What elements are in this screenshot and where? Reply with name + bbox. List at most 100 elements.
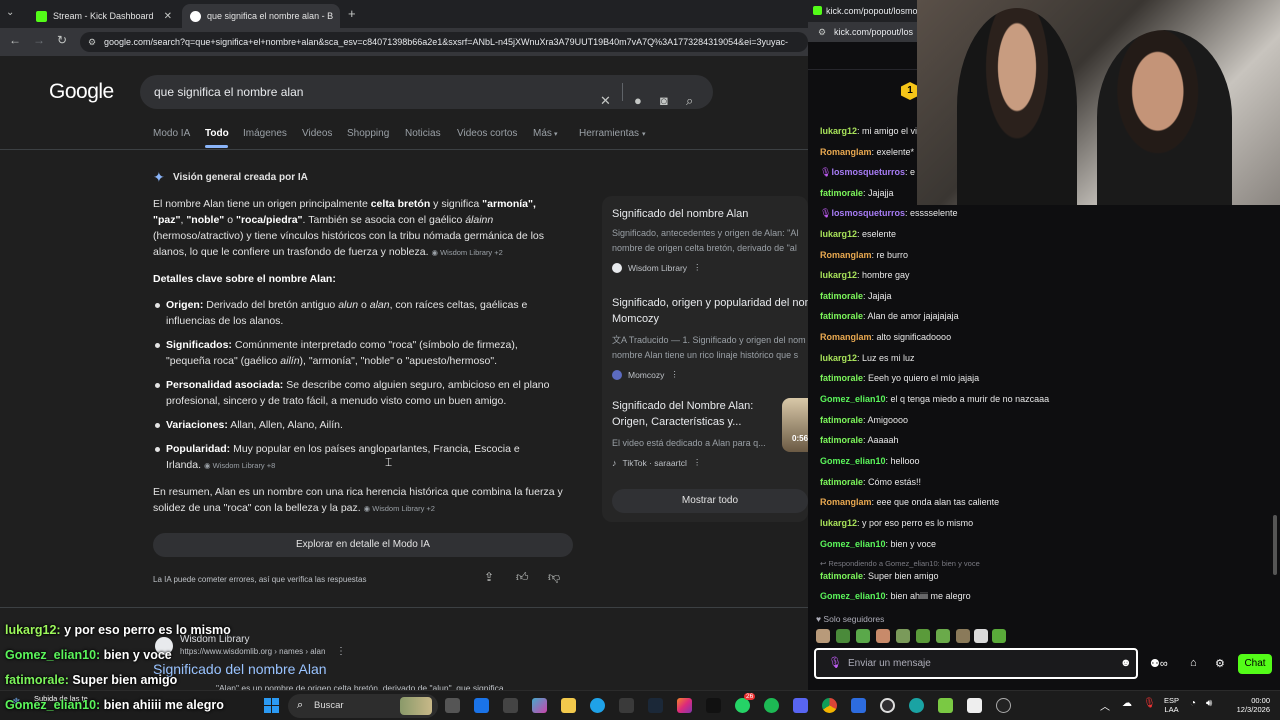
chat-username[interactable]: Gomez_elian10 — [820, 456, 886, 466]
tab-kick-dashboard[interactable]: Stream - Kick Dashboard ✕ — [28, 4, 180, 28]
chat-username[interactable]: Romanglam — [820, 250, 872, 260]
chatgpt-icon[interactable] — [996, 698, 1011, 713]
chat-username[interactable]: lukarg12 — [820, 518, 857, 528]
microphone-icon[interactable]: 🎙︎ — [828, 650, 842, 677]
app-icon[interactable] — [503, 698, 518, 713]
more-vert-icon[interactable]: ⋮ — [693, 457, 702, 468]
store-icon[interactable]: ⌂ — [1190, 657, 1197, 669]
app-icon[interactable] — [909, 698, 924, 713]
tab-videos[interactable]: Videos — [302, 128, 332, 139]
emote-icon[interactable] — [992, 629, 1006, 643]
chat-username[interactable]: losmosqueturros — [831, 167, 905, 177]
chat-username[interactable]: Romanglam — [820, 147, 872, 157]
app-icon[interactable] — [851, 698, 866, 713]
emote-icon[interactable] — [916, 629, 930, 643]
app-icon[interactable] — [938, 698, 953, 713]
rewards-icon[interactable]: ⚉∞ — [1150, 657, 1168, 670]
close-icon[interactable]: ✕ — [339, 11, 340, 22]
tab-mas[interactable]: Más — [533, 128, 552, 139]
chat-username[interactable]: fatimorale — [820, 291, 863, 301]
video-thumbnail[interactable]: 0:56 — [782, 398, 808, 452]
tab-list-icon[interactable]: ⌄ — [6, 7, 14, 18]
chat-username[interactable]: fatimorale — [820, 373, 863, 383]
tab-todo[interactable]: Todo — [205, 128, 229, 139]
chat-username[interactable]: fatimorale — [820, 435, 863, 445]
tab-shopping[interactable]: Shopping — [347, 128, 389, 139]
start-windows-icon[interactable] — [264, 698, 279, 713]
close-icon[interactable]: ✕ — [164, 11, 172, 22]
chat-username[interactable]: lukarg12 — [820, 126, 857, 136]
spotify-icon[interactable] — [764, 698, 779, 713]
chat-username[interactable]: fatimorale — [820, 311, 863, 321]
tab-modo-ia[interactable]: Modo IA — [153, 128, 190, 139]
chat-username[interactable]: Gomez_elian10 — [820, 394, 886, 404]
tiktok-icon[interactable] — [706, 698, 721, 713]
chat-message-input[interactable]: 🎙︎ Enviar un mensaje ☻ — [814, 648, 1138, 679]
instagram-icon[interactable] — [677, 698, 692, 713]
reload-icon[interactable]: ↻ — [57, 33, 67, 47]
share-icon[interactable]: ⇪ — [484, 570, 494, 584]
tab-imagenes[interactable]: Imágenes — [243, 128, 287, 139]
back-icon[interactable]: ← — [9, 33, 21, 47]
source-chip[interactable]: ◉ Wisdom Library +2 — [364, 504, 435, 513]
wifi-icon[interactable]: ◔ — [1190, 698, 1196, 709]
chat-username[interactable]: lukarg12 — [820, 270, 857, 280]
settings-gear-icon[interactable]: ⚙ — [1215, 657, 1225, 670]
chat-username[interactable]: Romanglam — [820, 497, 872, 507]
network-icon[interactable]: ☁ — [1122, 698, 1132, 709]
chat-username[interactable]: Gomez_elian10 — [820, 539, 886, 549]
microphone-icon[interactable]: ● — [634, 84, 642, 118]
chat-username[interactable]: lukarg12 — [820, 229, 857, 239]
chat-username[interactable]: Romanglam — [820, 332, 872, 342]
source-chip[interactable]: ◉ Wisdom Library +2 — [431, 248, 502, 257]
copilot-icon[interactable] — [532, 698, 547, 713]
outlook-icon[interactable] — [474, 698, 489, 713]
tab-videos-cortos[interactable]: Videos cortos — [457, 128, 517, 139]
site-info-icon[interactable]: ⚙ — [88, 32, 96, 52]
chat-username[interactable]: fatimorale — [820, 188, 863, 198]
volume-icon[interactable]: 🔊︎ — [1206, 698, 1212, 709]
address-bar[interactable]: ⚙ google.com/search?q=que+significa+el+n… — [80, 32, 808, 52]
language-indicator[interactable]: ESP LAA — [1164, 696, 1179, 714]
source-card[interactable]: Significado del nombre Alan Significado,… — [612, 208, 808, 273]
chat-username[interactable]: fatimorale — [820, 477, 863, 487]
tab-noticias[interactable]: Noticias — [405, 128, 441, 139]
more-vert-icon[interactable]: ⋮ — [693, 262, 702, 273]
google-logo[interactable]: Google — [49, 80, 114, 104]
forward-icon[interactable]: → — [33, 33, 45, 47]
emote-icon[interactable] — [936, 629, 950, 643]
clear-icon[interactable]: ✕ — [600, 84, 611, 118]
chat-username[interactable]: lukarg12 — [820, 353, 857, 363]
source-card[interactable]: Significado, origen y popularidad del no… — [612, 295, 808, 380]
emote-icon[interactable] — [836, 629, 850, 643]
whatsapp-icon[interactable] — [735, 698, 750, 713]
edge-icon[interactable] — [590, 698, 605, 713]
chat-username[interactable]: fatimorale — [820, 571, 863, 581]
chat-scrollbar[interactable] — [1273, 515, 1277, 575]
more-vert-icon[interactable]: ⋮ — [336, 646, 346, 657]
taskbar-search[interactable]: ⌕ Buscar — [288, 694, 438, 718]
store-icon[interactable] — [619, 698, 634, 713]
send-chat-button[interactable]: Chat — [1238, 654, 1272, 674]
steam-icon[interactable] — [648, 698, 663, 713]
show-all-button[interactable]: Mostrar todo — [612, 489, 808, 513]
emote-icon[interactable] — [956, 629, 970, 643]
search-icon[interactable]: ⌕ — [686, 84, 693, 118]
chat-username[interactable]: losmosqueturros — [831, 208, 905, 218]
source-chip[interactable]: ◉ Wisdom Library +8 — [204, 461, 275, 470]
emote-icon[interactable] — [816, 629, 830, 643]
tab-google-search[interactable]: que significa el nombre alan - B ✕ — [182, 4, 340, 28]
result-title[interactable]: Significado del nombre Alan — [153, 661, 327, 677]
discord-icon[interactable] — [793, 698, 808, 713]
obs-icon[interactable] — [880, 698, 895, 713]
emote-icon[interactable] — [974, 629, 988, 643]
camera-search-icon[interactable]: ◙ — [660, 84, 668, 118]
app-icon[interactable] — [967, 698, 982, 713]
thumbs-down-icon[interactable]: 👎︎ — [548, 570, 560, 585]
mic-tray-icon[interactable]: 🎙︎ — [1143, 698, 1156, 709]
source-card[interactable]: Significado del Nombre Alan: Origen, Cara… — [612, 398, 780, 468]
thumbs-up-icon[interactable]: 👍︎ — [516, 570, 529, 585]
new-tab-icon[interactable]: + — [348, 6, 356, 21]
clock[interactable]: 00:00 12/3/2026 — [1228, 696, 1270, 714]
task-view-icon[interactable] — [445, 698, 460, 713]
